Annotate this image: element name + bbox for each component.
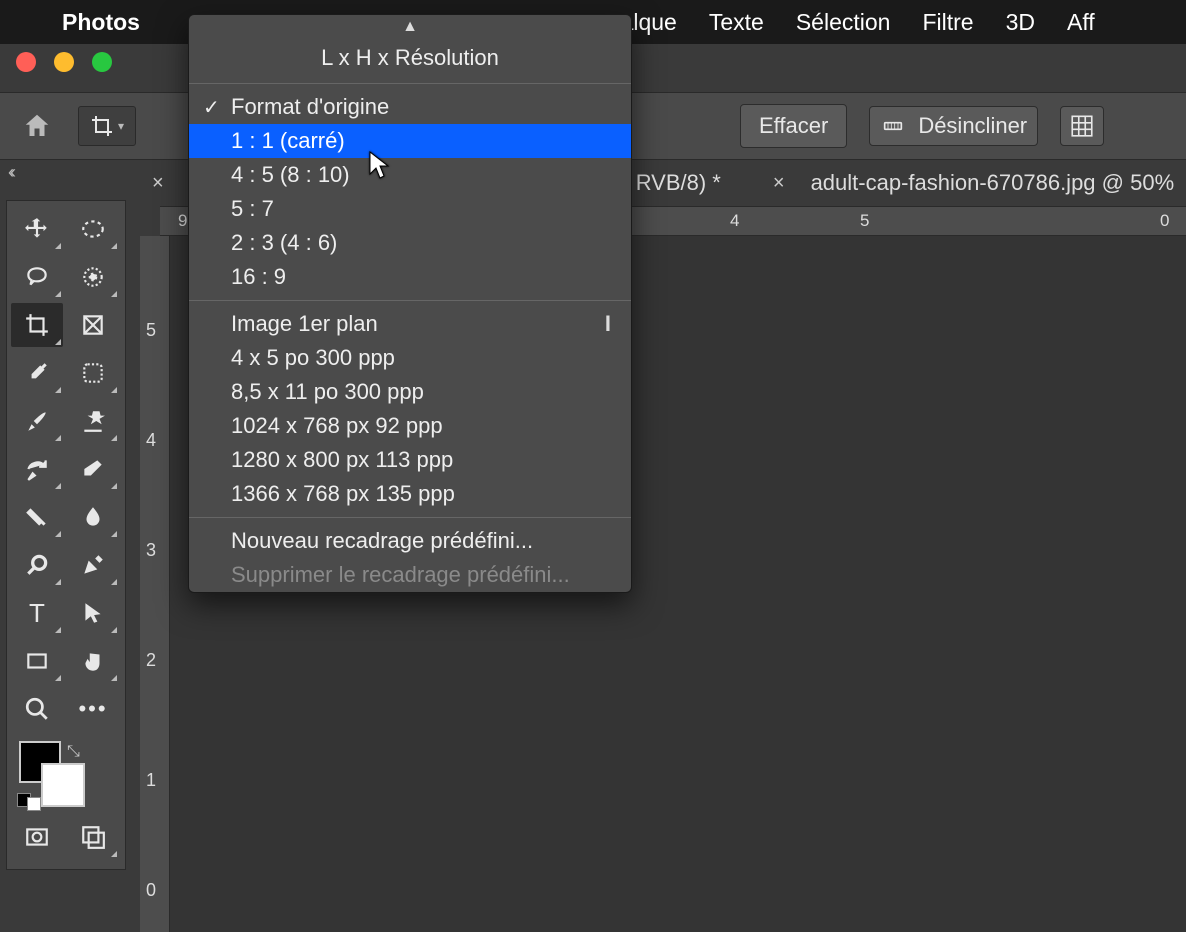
- history-brush-tool[interactable]: [11, 447, 63, 491]
- blur-tool[interactable]: [67, 495, 119, 539]
- tab-1-label-fragment[interactable]: RVB/8) *: [636, 170, 721, 196]
- tab-2-close-icon[interactable]: ×: [773, 172, 785, 195]
- preset-1280x800-113[interactable]: 1280 x 800 px 113 ppp: [189, 443, 631, 477]
- more-tools[interactable]: •••: [67, 687, 119, 731]
- rectangle-tool[interactable]: [11, 639, 63, 683]
- grid-icon: [1069, 113, 1095, 139]
- tab-2-label: adult-cap-fashion-670786.jpg @ 50%: [811, 170, 1175, 196]
- eraser-tool[interactable]: [67, 447, 119, 491]
- pen-tool[interactable]: [67, 543, 119, 587]
- brush-tool[interactable]: [11, 399, 63, 443]
- panel-collapse-toggle[interactable]: ‹‹: [8, 162, 12, 183]
- vertical-ruler: 5 4 3 2 1 0: [140, 236, 170, 932]
- default-colors-icon[interactable]: [17, 793, 41, 811]
- quick-selection-tool[interactable]: [67, 255, 119, 299]
- grid-overlay-button[interactable]: [1060, 106, 1104, 146]
- preset-front-image[interactable]: Image 1er plan I: [189, 307, 631, 341]
- menu-texte[interactable]: Texte: [709, 9, 764, 36]
- eyedropper-tool[interactable]: [11, 351, 63, 395]
- crop-tool[interactable]: [11, 303, 63, 347]
- menu-filtre[interactable]: Filtre: [922, 9, 973, 36]
- straighten-button[interactable]: Désincliner: [869, 106, 1038, 146]
- screen-mode-toggle[interactable]: [67, 815, 119, 859]
- clear-button[interactable]: Effacer: [740, 104, 847, 148]
- dropdown-title: L x H x Résolution: [189, 39, 631, 77]
- ruler-v-tick: 3: [146, 540, 156, 561]
- preset-original-ratio[interactable]: ✓ Format d'origine: [189, 90, 631, 124]
- straighten-label: Désincliner: [918, 113, 1027, 139]
- frame-tool[interactable]: [67, 303, 119, 347]
- hand-tool[interactable]: [67, 639, 119, 683]
- chevron-down-icon: ▾: [118, 119, 124, 133]
- preset-2-3[interactable]: 2 : 3 (4 : 6): [189, 226, 631, 260]
- check-icon: ✓: [203, 95, 220, 120]
- dropdown-scroll-up[interactable]: ▲: [189, 15, 631, 39]
- preset-8-5x11-300[interactable]: 8,5 x 11 po 300 ppp: [189, 375, 631, 409]
- menu-affichage[interactable]: Aff: [1067, 9, 1095, 36]
- ruler-v-tick: 4: [146, 430, 156, 451]
- crop-tool-preset-button[interactable]: ▾: [78, 106, 136, 146]
- minimize-window-button[interactable]: [54, 52, 74, 72]
- marquee-tool[interactable]: [67, 207, 119, 251]
- preset-5-7[interactable]: 5 : 7: [189, 192, 631, 226]
- zoom-window-button[interactable]: [92, 52, 112, 72]
- shortcut-label: I: [605, 311, 611, 337]
- tab-close-icon[interactable]: ×: [152, 172, 164, 195]
- ruler-h-tick: 9: [178, 211, 187, 231]
- ruler-h-tick: 4: [730, 211, 739, 231]
- clone-stamp-tool[interactable]: [67, 399, 119, 443]
- ruler-h-tick: 5: [860, 211, 869, 231]
- preset-1366x768-135[interactable]: 1366 x 768 px 135 ppp: [189, 477, 631, 511]
- lasso-tool[interactable]: [11, 255, 63, 299]
- gradient-tool[interactable]: [11, 495, 63, 539]
- window-controls: [16, 52, 112, 72]
- home-button[interactable]: [18, 107, 56, 145]
- straighten-icon: [880, 116, 906, 136]
- new-crop-preset[interactable]: Nouveau recadrage prédéfini...: [189, 524, 631, 558]
- delete-crop-preset: Supprimer le recadrage prédéfini...: [189, 558, 631, 592]
- dodge-tool[interactable]: [11, 543, 63, 587]
- background-color[interactable]: [41, 763, 85, 807]
- close-window-button[interactable]: [16, 52, 36, 72]
- tools-panel: T ••• ⤡: [6, 200, 126, 870]
- swap-colors-icon[interactable]: ⤡: [67, 743, 80, 761]
- quickmask-toggle[interactable]: [11, 815, 63, 859]
- preset-16-9[interactable]: 16 : 9: [189, 260, 631, 294]
- ruler-v-tick: 5: [146, 320, 156, 341]
- ruler-v-tick: 1: [146, 770, 156, 791]
- preset-1-1[interactable]: 1 : 1 (carré): [189, 124, 631, 158]
- path-selection-tool[interactable]: [67, 591, 119, 635]
- crop-preset-dropdown: ▲ L x H x Résolution ✓ Format d'origine …: [188, 14, 632, 593]
- ruler-v-tick: 2: [146, 650, 156, 671]
- ruler-v-tick: 0: [146, 880, 156, 901]
- preset-4x5-300[interactable]: 4 x 5 po 300 ppp: [189, 341, 631, 375]
- color-swatches: ⤡: [11, 741, 121, 811]
- type-tool[interactable]: T: [11, 591, 63, 635]
- tab-2[interactable]: × adult-cap-fashion-670786.jpg @ 50%: [761, 170, 1174, 196]
- menu-selection[interactable]: Sélection: [796, 9, 891, 36]
- move-tool[interactable]: [11, 207, 63, 251]
- ruler-h-tick: 0: [1160, 211, 1169, 231]
- preset-4-5[interactable]: 4 : 5 (8 : 10): [189, 158, 631, 192]
- preset-1024x768-92[interactable]: 1024 x 768 px 92 ppp: [189, 409, 631, 443]
- menu-3d[interactable]: 3D: [1006, 9, 1035, 36]
- app-name[interactable]: Photos: [62, 9, 140, 36]
- patch-tool[interactable]: [67, 351, 119, 395]
- zoom-tool[interactable]: [11, 687, 63, 731]
